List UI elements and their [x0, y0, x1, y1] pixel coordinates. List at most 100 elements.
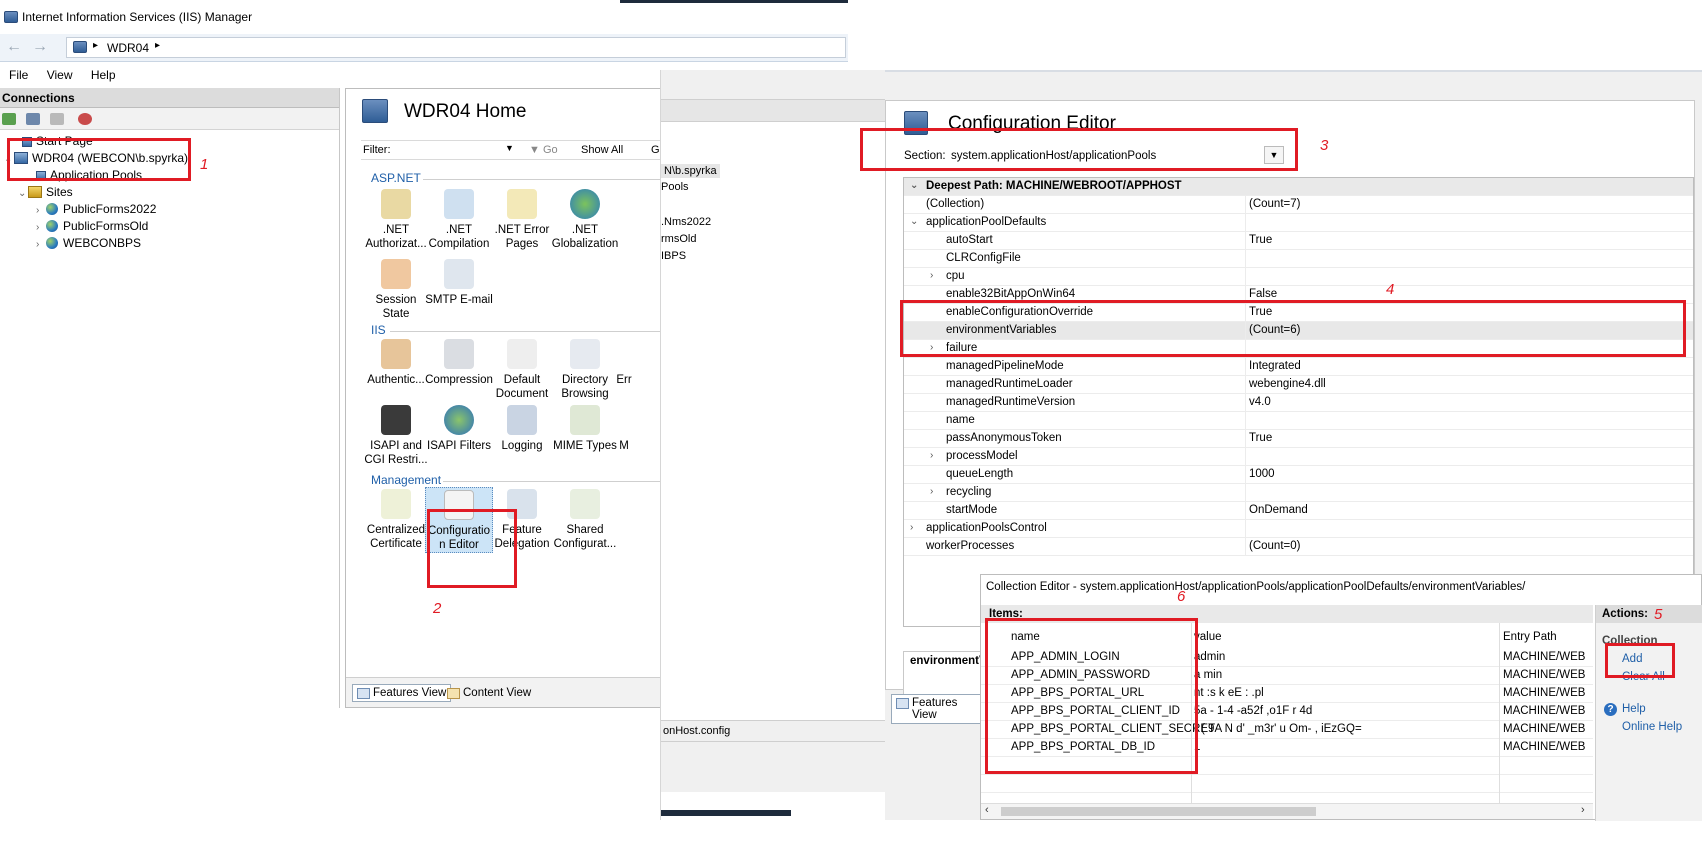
menu-file[interactable]: File	[9, 64, 28, 86]
property-row[interactable]: workerProcesses (Count=0)	[904, 538, 1693, 556]
feature-delegation[interactable]: Feature Delegation	[488, 489, 556, 551]
section-dropdown-icon[interactable]: ▼	[1264, 146, 1284, 164]
feature-session-state[interactable]: Session State	[362, 259, 430, 321]
crumb-expand-icon[interactable]: ▸	[155, 40, 160, 51]
tree-application-pools[interactable]: Application Pools	[36, 168, 142, 182]
column-separator[interactable]	[1499, 623, 1500, 803]
tree-sites[interactable]: ⌄ Sites	[18, 185, 73, 199]
sites-chevron-icon[interactable]: ⌄	[18, 188, 28, 199]
property-row[interactable]: managedPipelineMode Integrated	[904, 358, 1693, 376]
property-row[interactable]: › processModel	[904, 448, 1693, 466]
property-row[interactable]: › applicationPoolsControl	[904, 520, 1693, 538]
property-row[interactable]: › cpu	[904, 268, 1693, 286]
tree-site-item[interactable]: › PublicFormsOld	[36, 219, 148, 233]
expand-chevron-icon[interactable]: ›	[36, 205, 46, 216]
collection-item-row[interactable]: APP_BPS_PORTAL_CLIENT_ID 5a - 1-4 -a52f ,…	[981, 703, 1593, 721]
expand-chevron-icon[interactable]: ›	[36, 239, 46, 250]
section-selector[interactable]: system.applicationHost/applicationPools	[951, 150, 1156, 162]
feature-default-document[interactable]: Default Document	[488, 339, 556, 401]
feature-net-globalization[interactable]: .NET Globalization	[551, 189, 619, 251]
collection-item-row[interactable]: APP_BPS_PORTAL_URL nt :s k eE : .pl MACHIN…	[981, 685, 1593, 703]
column-header-entry-path[interactable]: Entry Path	[1503, 631, 1557, 643]
property-row[interactable]: autoStart True	[904, 232, 1693, 250]
feature-shared-configuration[interactable]: Shared Configurat...	[551, 489, 619, 551]
add-action-link[interactable]: Add	[1622, 653, 1642, 665]
menu-help[interactable]: Help	[91, 64, 116, 86]
feature-net-compilation[interactable]: .NET Compilation	[425, 189, 493, 251]
feature-net-authorization[interactable]: .NET Authorizat...	[362, 189, 430, 251]
property-row[interactable]: name	[904, 412, 1693, 430]
column-header-name[interactable]: name	[1011, 631, 1040, 643]
horizontal-scrollbar[interactable]: ‹ ›	[981, 803, 1593, 819]
feature-partial-m[interactable]: M	[614, 405, 634, 453]
clear-all-action-link[interactable]: Clear All	[1622, 671, 1665, 683]
feature-directory-browsing[interactable]: Directory Browsing	[551, 339, 619, 401]
help-action-link[interactable]: Help	[1622, 703, 1646, 715]
collection-item-row[interactable]	[981, 775, 1593, 793]
expand-chevron-icon[interactable]: ›	[36, 222, 46, 233]
expand-chevron-icon[interactable]: ›	[930, 486, 933, 497]
feature-error-pages-partial[interactable]: Err	[614, 339, 634, 387]
feature-configuration-editor[interactable]: Configuratio n Editor	[425, 487, 493, 553]
feature-smtp-email[interactable]: SMTP E-mail	[425, 259, 493, 307]
collection-item-row[interactable]: APP_ADMIN_LOGIN admin MACHINE/WEB	[981, 649, 1593, 667]
expand-chevron-icon[interactable]: ›	[930, 270, 933, 281]
collection-item-row[interactable]	[981, 757, 1593, 775]
crumb-separator-icon[interactable]: ▸	[93, 40, 98, 51]
deepest-path-row[interactable]: ⌄ Deepest Path: MACHINE/WEBROOT/APPHOST	[904, 178, 1693, 196]
features-view-tab[interactable]: Features View	[352, 684, 452, 702]
go-button[interactable]: ▼ Go	[529, 144, 558, 156]
property-row[interactable]: queueLength 1000	[904, 466, 1693, 484]
scroll-left-icon[interactable]: ‹	[985, 804, 989, 816]
tree-site-item[interactable]: › PublicForms2022	[36, 202, 156, 216]
config-features-view-tab[interactable]: Features View	[891, 694, 981, 724]
feature-mime-types[interactable]: MIME Types	[551, 405, 619, 453]
property-row[interactable]: startMode OnDemand	[904, 502, 1693, 520]
collapse-chevron-icon[interactable]: ⌄	[910, 216, 918, 227]
feature-compression[interactable]: Compression	[425, 339, 493, 387]
expand-chevron-icon[interactable]: ›	[930, 342, 933, 353]
property-row[interactable]: managedRuntimeLoader webengine4.dll	[904, 376, 1693, 394]
collection-item-row[interactable]: APP_ADMIN_PASSWORD a min MACHINE/WEB	[981, 667, 1593, 685]
property-row[interactable]: enable32BitAppOnWin64 False	[904, 286, 1693, 304]
feature-logging[interactable]: Logging	[488, 405, 556, 453]
feature-isapi-cgi[interactable]: ISAPI and CGI Restri...	[362, 405, 430, 467]
collapse-chevron-icon[interactable]: ⌄	[4, 154, 14, 165]
content-view-tab[interactable]: Content View	[442, 684, 536, 702]
tree-start-page[interactable]: Start Page	[22, 134, 93, 148]
feature-centralized-certificate[interactable]: Centralized Certificate	[362, 489, 430, 551]
collection-item-row[interactable]: APP_BPS_PORTAL_DB_ID 1 MACHINE/WEB	[981, 739, 1593, 757]
save-icon[interactable]	[26, 113, 40, 125]
collection-item-row[interactable]: APP_BPS_PORTAL_CLIENT_SECRET( ( 9A N d' …	[981, 721, 1593, 739]
filter-input[interactable]	[403, 142, 503, 159]
feature-isapi-filters[interactable]: ISAPI Filters	[425, 405, 493, 453]
expand-chevron-icon[interactable]: ›	[910, 522, 913, 533]
online-help-action-link[interactable]: Online Help	[1622, 721, 1682, 733]
expand-chevron-icon[interactable]: ›	[930, 450, 933, 461]
address-bar[interactable]: ▸ WDR04 ▸	[66, 37, 846, 58]
connect-icon[interactable]	[2, 113, 16, 125]
feature-net-error-pages[interactable]: .NET Error Pages	[488, 189, 556, 251]
property-row[interactable]: CLRConfigFile	[904, 250, 1693, 268]
menu-view[interactable]: View	[47, 64, 73, 86]
column-separator[interactable]	[1191, 623, 1192, 803]
show-all-button[interactable]: Show All	[581, 144, 623, 156]
tree-server[interactable]: ⌄ WDR04 (WEBCON\b.spyrka)	[4, 151, 188, 165]
property-row[interactable]: › failure	[904, 340, 1693, 358]
property-row[interactable]: › recycling	[904, 484, 1693, 502]
tree-site-item[interactable]: › WEBCONBPS	[36, 236, 141, 250]
scroll-right-icon[interactable]: ›	[1581, 804, 1585, 816]
property-row[interactable]: (Collection) (Count=7)	[904, 196, 1693, 214]
property-row[interactable]: managedRuntimeVersion v4.0	[904, 394, 1693, 412]
property-row-selected[interactable]: environmentVariables (Count=6)	[904, 322, 1693, 340]
scrollbar-thumb[interactable]	[1001, 807, 1316, 816]
filter-dropdown-icon[interactable]: ▼	[505, 143, 514, 153]
collapse-chevron-icon[interactable]: ⌄	[910, 180, 918, 191]
breadcrumb-server[interactable]: WDR04	[107, 41, 149, 55]
back-arrow-icon[interactable]: ←	[6, 39, 22, 55]
property-row[interactable]: ⌄ applicationPoolDefaults	[904, 214, 1693, 232]
up-icon[interactable]	[50, 113, 64, 125]
feature-authentication[interactable]: Authentic...	[362, 339, 430, 387]
remove-connection-icon[interactable]	[78, 113, 92, 125]
property-row[interactable]: enableConfigurationOverride True	[904, 304, 1693, 322]
